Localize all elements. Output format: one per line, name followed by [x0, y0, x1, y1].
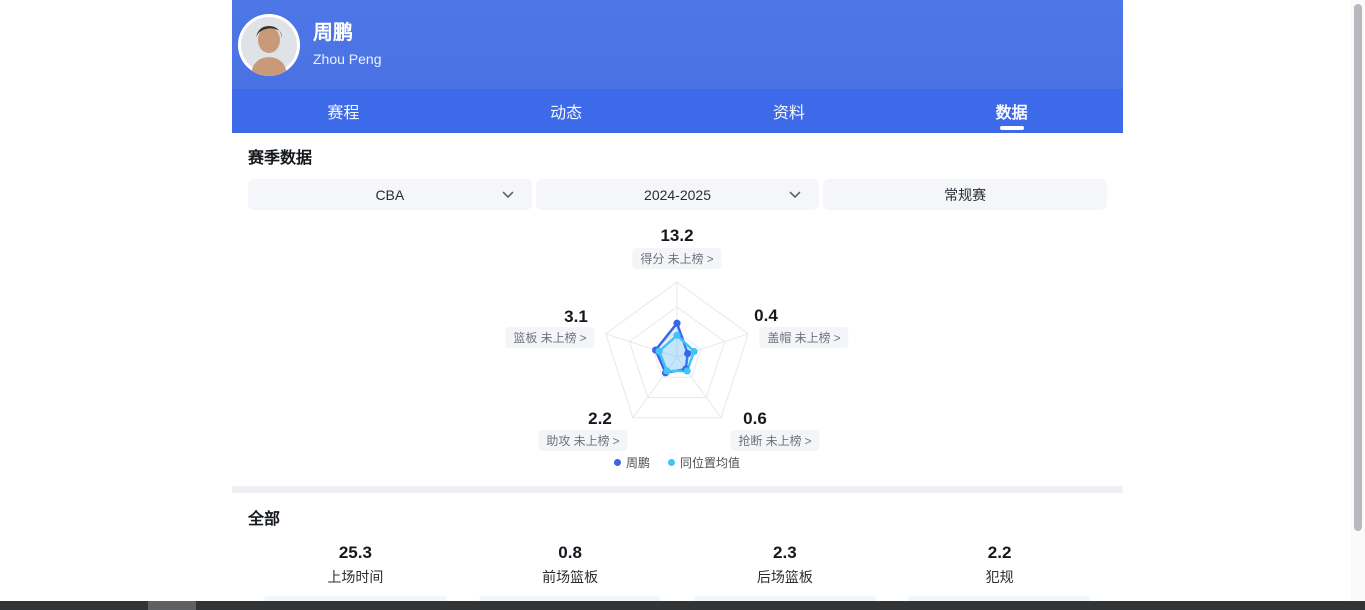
tab-profile[interactable]: 资料 — [678, 89, 901, 133]
stat-value: 0.8 — [463, 543, 678, 563]
legend-dot-position-average — [668, 459, 675, 466]
season-section: 赛季数据 CBA 2024-2025 常规赛 — [232, 148, 1123, 475]
stage-select-value: 常规赛 — [944, 185, 986, 205]
tab-news[interactable]: 动态 — [455, 89, 678, 133]
all-stats-section: 全部 25.3 上场时间 联盟第113> 0.8 前场篮板 联盟第166> 2.… — [232, 509, 1123, 610]
stats-row: 25.3 上场时间 联盟第113> 0.8 前场篮板 联盟第166> 2.3 后… — [248, 543, 1107, 610]
rank-pill-blocks[interactable]: 盖帽 未上榜> — [759, 327, 848, 348]
season-select-value: 2024-2025 — [644, 187, 711, 203]
stage-select[interactable]: 常规赛 — [823, 179, 1107, 210]
player-name: 周鹏 — [313, 20, 382, 46]
season-section-title: 赛季数据 — [248, 148, 1107, 170]
vertical-scrollbar-track[interactable] — [1351, 0, 1365, 601]
stat-fouls: 2.2 犯规 联盟第150> — [892, 543, 1107, 610]
stat-defensive-rebounds: 2.3 后场篮板 联盟第151> — [678, 543, 893, 610]
stat-label: 犯规 — [892, 568, 1107, 587]
chevron-right-icon: > — [834, 331, 841, 345]
rank-pill-points[interactable]: 得分 未上榜> — [632, 248, 721, 269]
chevron-right-icon: > — [707, 252, 714, 266]
legend-item-position-average: 同位置均值 — [668, 454, 740, 471]
rank-pill-steals[interactable]: 抢断 未上榜> — [730, 430, 819, 451]
rank-pill-rebounds[interactable]: 篮板 未上榜> — [505, 327, 594, 348]
player-name-en: Zhou Peng — [313, 49, 382, 69]
avatar-photo — [238, 14, 300, 76]
stat-value: 2.3 — [678, 543, 893, 563]
stat-label: 前场篮板 — [463, 568, 678, 587]
stat-value-steals: 0.6 — [743, 409, 767, 429]
stat-label: 上场时间 — [248, 568, 463, 587]
legend-label-position-average: 同位置均值 — [680, 454, 740, 471]
chevron-right-icon: > — [805, 434, 812, 448]
stat-value-assists: 2.2 — [588, 409, 612, 429]
stat-offensive-rebounds: 0.8 前场篮板 联盟第166> — [463, 543, 678, 610]
radar-legend: 周鹏 同位置均值 — [614, 454, 740, 471]
player-data-page: 周鹏 Zhou Peng 赛程 动态 资料 数据 赛季数据 CBA 2024-2… — [232, 0, 1123, 610]
league-select-value: CBA — [375, 187, 404, 203]
chevron-right-icon: > — [580, 331, 587, 345]
tab-data[interactable]: 数据 — [900, 89, 1123, 133]
chevron-down-icon — [789, 191, 801, 199]
player-avatar — [238, 14, 300, 76]
stat-label: 后场篮板 — [678, 568, 893, 587]
filter-row: CBA 2024-2025 常规赛 — [248, 179, 1107, 210]
season-select[interactable]: 2024-2025 — [536, 179, 820, 210]
page: 周鹏 Zhou Peng 赛程 动态 资料 数据 赛季数据 CBA 2024-2… — [0, 0, 1365, 610]
stat-value-rebounds: 3.1 — [564, 307, 588, 327]
rank-pill-assists[interactable]: 助攻 未上榜> — [538, 430, 627, 451]
player-header: 周鹏 Zhou Peng — [232, 0, 1123, 89]
radar-chart-area: 13.2 得分 未上榜> 0.4 盖帽 未上榜> 0.6 抢断 未上榜> 2.2… — [248, 223, 1107, 475]
legend-item-player: 周鹏 — [614, 454, 650, 471]
legend-label-player: 周鹏 — [626, 454, 650, 471]
chevron-down-icon — [502, 191, 514, 199]
stat-value-blocks: 0.4 — [754, 306, 778, 326]
chevron-right-icon: > — [613, 434, 620, 448]
tab-bar: 赛程 动态 资料 数据 — [232, 89, 1123, 133]
section-divider — [232, 486, 1123, 493]
stat-value: 2.2 — [892, 543, 1107, 563]
horizontal-scrollbar-thumb[interactable] — [148, 601, 196, 610]
horizontal-scrollbar-track[interactable] — [0, 601, 1365, 610]
tab-schedule[interactable]: 赛程 — [232, 89, 455, 133]
vertical-scrollbar-thumb[interactable] — [1354, 4, 1362, 531]
stat-value-points: 13.2 — [660, 226, 693, 246]
legend-dot-player — [614, 459, 621, 466]
league-select[interactable]: CBA — [248, 179, 532, 210]
stat-value: 25.3 — [248, 543, 463, 563]
stat-playing-time: 25.3 上场时间 联盟第113> — [248, 543, 463, 610]
all-section-title: 全部 — [248, 509, 1107, 531]
player-names: 周鹏 Zhou Peng — [313, 20, 382, 69]
